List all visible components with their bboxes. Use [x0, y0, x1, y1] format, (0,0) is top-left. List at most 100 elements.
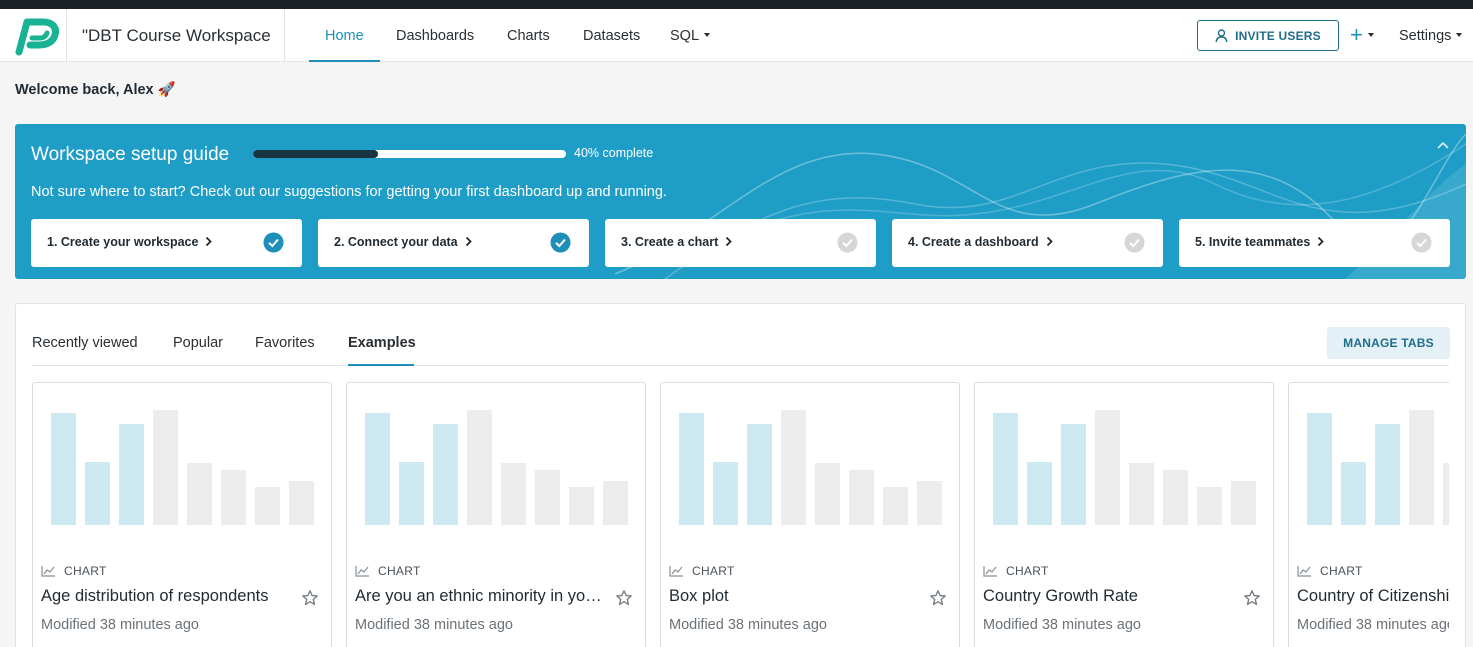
invite-users-button[interactable]: INVITE USERS	[1197, 20, 1339, 51]
manage-tabs-button[interactable]: MANAGE TABS	[1327, 327, 1450, 359]
card-title[interactable]: Country Growth Rate	[983, 587, 1231, 606]
thumbnail-bar	[1197, 487, 1222, 525]
tab-recently-viewed[interactable]: Recently viewed	[32, 335, 138, 351]
thumbnail-bar	[365, 413, 390, 525]
plus-icon: +	[1350, 22, 1363, 47]
thumbnail-bar	[917, 481, 942, 525]
check-circle-icon	[263, 232, 284, 253]
thumbnail-bar	[781, 410, 806, 525]
workspace-name[interactable]: "DBT Course Workspace	[82, 26, 271, 46]
nav-dashboards[interactable]: Dashboards	[396, 28, 474, 44]
setup-step-create-chart[interactable]: 3. Create a chart	[605, 219, 876, 267]
card-title[interactable]: Are you an ethnic minority in your count…	[355, 587, 603, 606]
card-kind: CHART	[1297, 564, 1363, 578]
card-kind: CHART	[41, 564, 107, 578]
setup-step-invite-teammates[interactable]: 5. Invite teammates	[1179, 219, 1450, 267]
guide-progress-label: 40% complete	[574, 146, 654, 160]
example-card[interactable]: CHART Are you an ethnic minority in your…	[346, 382, 646, 647]
tab-active-indicator	[348, 364, 414, 366]
card-kind-label: CHART	[64, 564, 107, 578]
settings-label: Settings	[1399, 28, 1452, 44]
line-chart-icon	[983, 566, 997, 577]
thumbnail-bar	[221, 470, 246, 525]
tab-favorites[interactable]: Favorites	[255, 335, 315, 351]
example-card[interactable]: CHART Box plot Modified 38 minutes ago	[660, 382, 960, 647]
thumbnail-bar	[535, 470, 560, 525]
check-circle-icon	[1411, 232, 1432, 253]
thumbnail-bar	[1375, 424, 1400, 525]
thumbnail-bar	[255, 487, 280, 525]
card-kind: CHART	[669, 564, 735, 578]
chevron-down-icon	[704, 33, 711, 37]
example-card[interactable]: CHART Country Growth Rate Modified 38 mi…	[974, 382, 1274, 647]
thumbnail-bar	[1307, 413, 1332, 525]
thumbnail-bar	[501, 463, 526, 525]
tab-popular[interactable]: Popular	[173, 335, 223, 351]
chevron-right-icon	[726, 236, 733, 247]
invite-users-label: INVITE USERS	[1235, 28, 1321, 43]
chart-thumbnail	[679, 410, 942, 525]
card-kind-label: CHART	[692, 564, 735, 578]
line-chart-icon	[41, 566, 55, 577]
chevron-right-icon	[465, 236, 472, 247]
chevron-right-icon	[1318, 236, 1325, 247]
chart-thumbnail	[51, 410, 314, 525]
card-title[interactable]: Country of Citizenship	[1297, 587, 1449, 606]
step-label: 4. Create a dashboard	[908, 235, 1039, 249]
nav-datasets[interactable]: Datasets	[583, 28, 640, 44]
chevron-up-icon[interactable]	[1436, 140, 1450, 150]
thumbnail-bar	[119, 424, 144, 525]
card-modified: Modified 38 minutes ago	[669, 617, 827, 633]
setup-guide-banner: Workspace setup guide 40% complete Not s…	[15, 124, 1466, 279]
thumbnail-bar	[85, 462, 110, 525]
thumbnail-bar	[399, 462, 424, 525]
card-modified: Modified 38 minutes ago	[355, 617, 513, 633]
thumbnail-bar	[1163, 470, 1188, 525]
thumbnail-bar	[467, 410, 492, 525]
settings-menu[interactable]: Settings	[1399, 28, 1463, 44]
example-card[interactable]: CHART Age distribution of respondents Mo…	[32, 382, 332, 647]
example-card[interactable]: CHART Country of Citizenship Modified 38…	[1288, 382, 1449, 647]
star-icon[interactable]	[1243, 589, 1261, 607]
line-chart-icon	[355, 566, 369, 577]
card-kind-label: CHART	[1320, 564, 1363, 578]
line-chart-icon	[669, 566, 683, 577]
card-modified: Modified 38 minutes ago	[41, 617, 199, 633]
nav-sql[interactable]: SQL	[670, 28, 711, 44]
nav-charts[interactable]: Charts	[507, 28, 550, 44]
guide-subtitle: Not sure where to start? Check out our s…	[31, 184, 667, 200]
preset-logo-icon[interactable]	[13, 14, 59, 56]
card-title[interactable]: Box plot	[669, 587, 917, 606]
card-kind: CHART	[983, 564, 1049, 578]
tabs-divider	[32, 365, 1449, 366]
nav-sql-label: SQL	[670, 28, 700, 44]
thumbnail-bar	[849, 470, 874, 525]
thumbnail-bar	[187, 463, 212, 525]
setup-step-create-dashboard[interactable]: 4. Create a dashboard	[892, 219, 1163, 267]
guide-title: Workspace setup guide	[31, 144, 230, 165]
thumbnail-bar	[1341, 462, 1366, 525]
check-circle-icon	[550, 232, 571, 253]
thumbnail-bar	[815, 463, 840, 525]
star-icon[interactable]	[615, 589, 633, 607]
card-kind: CHART	[355, 564, 421, 578]
setup-step-connect-data[interactable]: 2. Connect your data	[318, 219, 589, 267]
thumbnail-bar	[569, 487, 594, 525]
step-label: 1. Create your workspace	[47, 235, 199, 249]
thumbnail-bar	[1129, 463, 1154, 525]
nav-home[interactable]: Home	[325, 28, 364, 44]
card-kind-label: CHART	[1006, 564, 1049, 578]
setup-step-create-workspace[interactable]: 1. Create your workspace	[31, 219, 302, 267]
create-new-button[interactable]: +	[1350, 22, 1374, 47]
star-icon[interactable]	[929, 589, 947, 607]
top-navbar: "DBT Course Workspace Home Dashboards Ch…	[0, 9, 1473, 62]
card-title[interactable]: Age distribution of respondents	[41, 587, 289, 606]
card-kind-label: CHART	[378, 564, 421, 578]
thumbnail-bar	[1061, 424, 1086, 525]
content-panel: Recently viewed Popular Favorites Exampl…	[15, 303, 1466, 647]
guide-progress-fill	[253, 150, 379, 158]
tab-examples[interactable]: Examples	[348, 335, 416, 351]
star-icon[interactable]	[301, 589, 319, 607]
chevron-right-icon	[206, 236, 213, 247]
thumbnail-bar	[433, 424, 458, 525]
